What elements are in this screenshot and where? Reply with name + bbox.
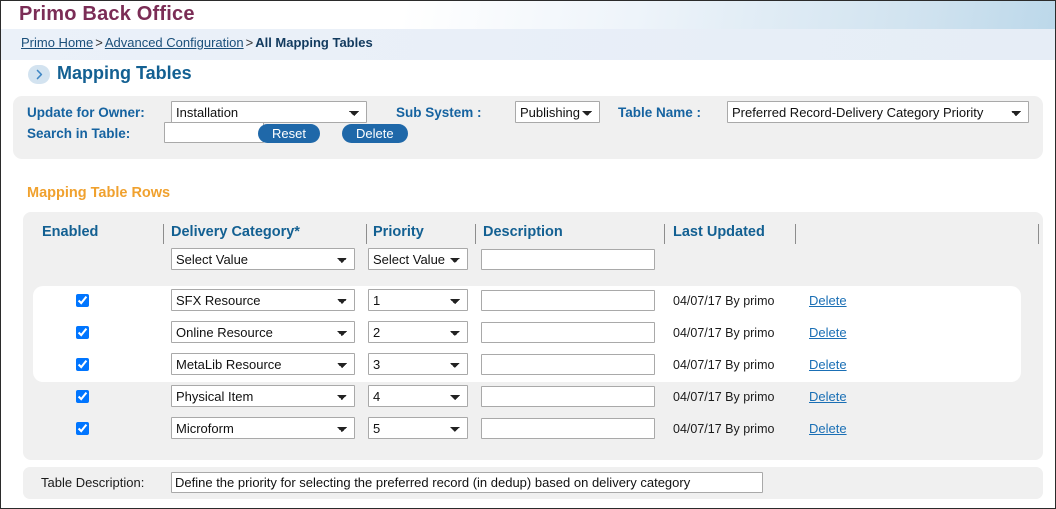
column-divider-5: [795, 224, 796, 244]
row-priority-select[interactable]: 4: [368, 385, 468, 407]
table-row: Microform 5 04/07/17 By primo Delete: [23, 414, 1011, 446]
row-description-input[interactable]: [481, 354, 655, 375]
column-divider-1: [163, 224, 164, 244]
app-header: Primo Back Office: [1, 1, 1055, 29]
breadcrumb-separator-1: >: [95, 35, 103, 50]
row-delete-link[interactable]: Delete: [809, 421, 847, 436]
owner-select[interactable]: Installation: [171, 101, 367, 123]
row-description-input[interactable]: [481, 418, 655, 439]
grid-rows-layer: SFX Resource 1 04/07/17 By primo Delete Onli…: [23, 286, 1043, 439]
row-delete-link[interactable]: Delete: [809, 293, 847, 308]
row-delete-link[interactable]: Delete: [809, 357, 847, 372]
table-name-label: Table Name :: [618, 105, 702, 120]
row-enabled-checkbox[interactable]: [76, 294, 89, 307]
page-title-row: Mapping Tables: [1, 60, 1055, 91]
table-name-select[interactable]: Preferred Record-Delivery Category Prior…: [727, 101, 1029, 123]
breadcrumb-separator-2: >: [245, 35, 254, 50]
new-row-category-select[interactable]: Select Value: [171, 248, 355, 270]
row-description-input[interactable]: [481, 322, 655, 343]
new-row-priority-select[interactable]: Select Value: [368, 248, 468, 270]
column-divider-4: [664, 224, 665, 244]
row-delete-link[interactable]: Delete: [809, 325, 847, 340]
owner-label: Update for Owner:: [27, 105, 145, 120]
row-enabled-checkbox[interactable]: [76, 390, 89, 403]
column-header-delivery-category: Delivery Category*: [171, 224, 300, 240]
row-description-input[interactable]: [481, 290, 655, 311]
row-last-updated: 04/07/17 By primo: [673, 358, 775, 372]
grid-header-row: Enabled Delivery Category* Priority Desc…: [23, 212, 1043, 246]
table-description-bar: Table Description:: [23, 467, 1043, 499]
table-row: SFX Resource 1 04/07/17 By primo Delete: [23, 286, 1011, 318]
column-header-description: Description: [483, 224, 563, 240]
breadcrumb-link-advanced-configuration[interactable]: Advanced Configuration: [105, 35, 244, 50]
mapping-table-grid: Enabled Delivery Category* Priority Desc…: [23, 212, 1043, 460]
application-window: Primo Back Office Primo Home > Advanced Co…: [0, 0, 1056, 509]
column-header-priority: Priority: [373, 224, 424, 240]
column-header-last-updated: Last Updated: [673, 224, 765, 240]
row-delete-link[interactable]: Delete: [809, 389, 847, 404]
breadcrumb-link-primo-home[interactable]: Primo Home: [21, 35, 93, 50]
app-title: Primo Back Office: [19, 3, 195, 25]
row-description-input[interactable]: [481, 386, 655, 407]
row-last-updated: 04/07/17 By primo: [673, 326, 775, 340]
search-in-table-input[interactable]: [164, 122, 264, 143]
subsystem-label: Sub System :: [396, 105, 482, 120]
row-delivery-category-select[interactable]: SFX Resource: [171, 289, 355, 311]
row-delivery-category-select[interactable]: MetaLib Resource: [171, 353, 355, 375]
page-title: Mapping Tables: [57, 63, 192, 83]
row-enabled-checkbox[interactable]: [76, 358, 89, 371]
row-delivery-category-select[interactable]: Physical Item: [171, 385, 355, 407]
subsystem-select[interactable]: Publishing: [515, 101, 600, 123]
row-enabled-checkbox[interactable]: [76, 326, 89, 339]
reset-button[interactable]: Reset: [258, 124, 320, 143]
row-last-updated: 04/07/17 By primo: [673, 422, 775, 436]
delete-button[interactable]: Delete: [342, 124, 408, 143]
mapping-table-rows-title: Mapping Table Rows: [27, 185, 171, 201]
row-enabled-checkbox[interactable]: [76, 422, 89, 435]
breadcrumb: Primo Home > Advanced Configuration > All Ma…: [21, 35, 373, 50]
row-last-updated: 04/07/17 By primo: [673, 390, 775, 404]
table-row: MetaLib Resource 3 04/07/17 By primo Delete: [23, 350, 1011, 382]
row-delivery-category-select[interactable]: Online Resource: [171, 321, 355, 343]
row-priority-select[interactable]: 3: [368, 353, 468, 375]
row-priority-select[interactable]: 5: [368, 417, 468, 439]
breadcrumb-current: All Mapping Tables: [255, 35, 373, 50]
new-row-inputs: Select Value Select Value: [23, 248, 1043, 274]
row-last-updated: 04/07/17 By primo: [673, 294, 775, 308]
new-row-description-input[interactable]: [481, 249, 655, 270]
breadcrumb-bar: Primo Home > Advanced Configuration > All Ma…: [1, 29, 1055, 60]
search-in-table-label: Search in Table:: [27, 126, 131, 141]
filter-panel: Update for Owner: Installation Sub Syste…: [13, 96, 1043, 159]
table-row: Physical Item 4 04/07/17 By primo Delete: [23, 382, 1011, 414]
row-priority-select[interactable]: 2: [368, 321, 468, 343]
table-description-input[interactable]: [171, 472, 763, 493]
row-delivery-category-select[interactable]: Microform: [171, 417, 355, 439]
column-divider-3: [475, 224, 476, 244]
column-divider-2: [366, 224, 367, 244]
column-divider-6: [1038, 224, 1039, 244]
chevron-right-icon[interactable]: [28, 65, 50, 84]
row-priority-select[interactable]: 1: [368, 289, 468, 311]
column-header-enabled: Enabled: [42, 224, 99, 240]
table-description-label: Table Description:: [41, 475, 145, 490]
table-row: Online Resource 2 04/07/17 By primo Delete: [23, 318, 1011, 350]
